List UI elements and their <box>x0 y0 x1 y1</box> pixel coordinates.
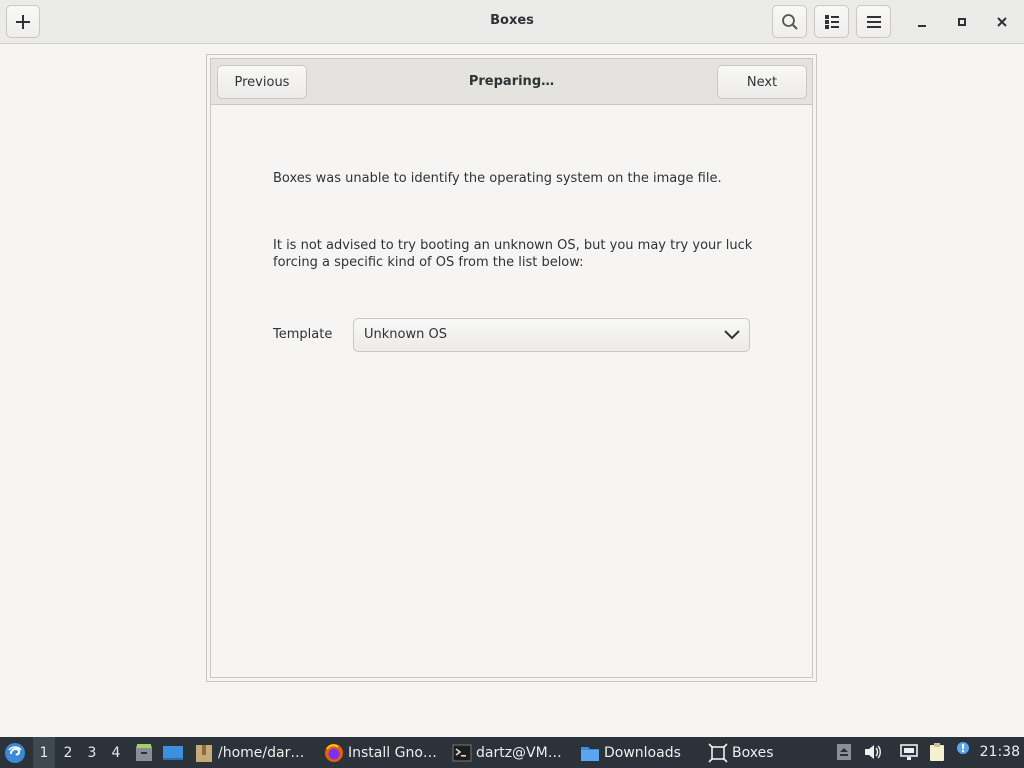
chevron-down-icon <box>724 330 740 340</box>
unknown-os-warning: It is not advised to try booting an unkn… <box>273 238 753 270</box>
task-downloads-folder[interactable]: Downloads <box>580 737 681 768</box>
main-menu-button[interactable] <box>856 5 891 38</box>
task-label: Boxes <box>732 744 774 761</box>
task-label: Downloads <box>604 744 681 761</box>
template-dropdown[interactable]: Unknown OS <box>353 318 750 352</box>
minimize-icon <box>918 25 926 27</box>
task-label: Install Gno… <box>348 744 437 761</box>
assistant-navigation-bar: Previous Preparing… Next <box>211 59 812 105</box>
search-icon <box>781 13 798 30</box>
debian-logo-icon <box>5 742 25 763</box>
drive-eject-icon[interactable] <box>834 742 854 762</box>
vm-creation-assistant: Previous Preparing… Next Boxes was unabl… <box>206 54 817 682</box>
task-boxes[interactable]: Boxes <box>708 737 774 768</box>
hamburger-menu-icon <box>866 15 881 28</box>
list-view-icon <box>824 14 839 29</box>
notification-icon[interactable] <box>953 740 973 760</box>
unidentified-os-message: Boxes was unable to identify the operati… <box>273 171 722 186</box>
task-firefox[interactable]: Install Gno… <box>324 737 437 768</box>
taskbar: 1 2 3 4 /home/dar… Install Gno… dartz@VM… <box>0 737 1024 768</box>
next-button[interactable]: Next <box>717 65 807 99</box>
boxes-icon <box>708 742 728 763</box>
show-desktop-button[interactable] <box>162 737 184 768</box>
close-icon <box>997 17 1007 27</box>
terminal-icon <box>452 744 472 761</box>
task-terminal[interactable]: dartz@VM… <box>452 737 562 768</box>
template-label: Template <box>273 327 333 342</box>
clipboard-icon[interactable] <box>927 742 947 762</box>
task-label: dartz@VM… <box>476 744 562 761</box>
file-manager-launcher[interactable] <box>134 737 154 768</box>
task-home-folder[interactable]: /home/dar… <box>194 737 304 768</box>
search-button[interactable] <box>772 5 807 38</box>
clock[interactable]: 21:38 <box>980 737 1020 768</box>
workspace-1[interactable]: 1 <box>33 737 55 768</box>
minimize-button[interactable] <box>910 10 934 34</box>
workspace-3[interactable]: 3 <box>81 737 103 768</box>
task-label: /home/dar… <box>218 744 305 761</box>
close-button[interactable] <box>990 10 1014 34</box>
template-selected-value: Unknown OS <box>364 327 447 342</box>
folder-icon <box>581 746 599 761</box>
assistant-page: Previous Preparing… Next Boxes was unabl… <box>210 58 813 678</box>
network-wired-icon[interactable] <box>899 742 919 762</box>
maximize-button[interactable] <box>950 10 974 34</box>
desktop-icon <box>163 745 183 760</box>
folder-archive-icon <box>196 744 212 762</box>
firefox-icon <box>325 743 343 762</box>
file-cabinet-icon <box>136 743 152 761</box>
workspace-2[interactable]: 2 <box>57 737 79 768</box>
maximize-icon <box>958 18 966 26</box>
volume-icon[interactable] <box>862 742 882 762</box>
workspace-4[interactable]: 4 <box>105 737 127 768</box>
view-toggle-button[interactable] <box>814 5 849 38</box>
header-bar: Boxes <box>0 0 1024 44</box>
start-menu-button[interactable] <box>4 737 28 768</box>
